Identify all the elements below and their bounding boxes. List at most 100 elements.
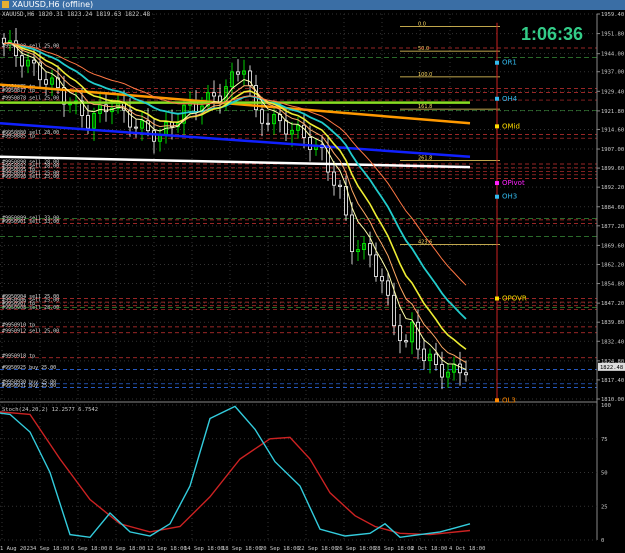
ema-white-line <box>0 155 471 169</box>
pivot-marker <box>495 194 499 199</box>
time-tick-label: 4 Sep 18:00 <box>33 546 69 552</box>
fib-label: 261.8 <box>418 156 432 162</box>
order-label: #9950908 sell 28.00 <box>2 305 59 311</box>
candlesticks <box>2 28 468 390</box>
candle-body <box>212 92 216 97</box>
candle-body <box>464 372 468 376</box>
pivot-marker <box>495 398 499 403</box>
candle-body <box>44 79 48 85</box>
candle-body <box>152 130 156 142</box>
stoch-label: Stoch(24,20,2) 12.2577 6.7542 <box>2 407 98 413</box>
price-tick-label: 1877.20 <box>601 224 624 230</box>
time-tick-label: 14 Sep 18:00 <box>184 546 224 552</box>
candle-body <box>302 124 306 138</box>
pivot-label: OMid <box>502 122 520 130</box>
pivot-marker <box>495 181 499 186</box>
candle-body <box>308 137 312 150</box>
symbol-info: XAUUSD,H6 1820.31 1823.24 1819.63 1822.4… <box>2 11 150 18</box>
time-tick-label: 22 Sep 18:00 <box>298 546 338 552</box>
stoch-tick-label: 75 <box>601 437 608 443</box>
candle-body <box>284 120 288 135</box>
order-label: #9950931 buy 25.00 <box>2 383 56 389</box>
price-tick-label: 1899.60 <box>601 166 624 172</box>
time-tick-label: 8 Sep 18:00 <box>109 546 145 552</box>
pivot-label: OPOVR <box>502 294 527 302</box>
candle-body <box>332 171 336 186</box>
price-tick-label: 1951.80 <box>601 32 624 38</box>
chart-window-icon <box>2 1 9 8</box>
pivot-marker <box>495 296 499 301</box>
order-label: #9950878 sell 25.00 <box>2 96 59 102</box>
time-tick-label: 2 Oct 18:00 <box>411 546 447 552</box>
candle-body <box>260 109 264 124</box>
price-axis: 1959.40 1951.80 1944.00 1937.00 1929.40 1921.… <box>596 12 625 540</box>
price-tick-label: 1817.40 <box>601 378 624 384</box>
price-tick-label: 1847.20 <box>601 301 624 307</box>
fib-label: 100.0 <box>418 72 432 78</box>
pivot-marker <box>495 60 499 65</box>
moving-averages <box>0 41 471 370</box>
price-tick-label: 1832.40 <box>601 339 624 345</box>
time-tick-label: 12 Sep 18:00 <box>147 546 187 552</box>
candle-body <box>32 59 36 64</box>
window-title: XAUUSD,H6 (offline) <box>12 0 94 9</box>
time-tick-label: 4 Oct 18:00 <box>449 546 485 552</box>
time-tick-label: 18 Sep 18:00 <box>222 546 262 552</box>
pivot-levels: OR1 OH4 OMid OPivot OH3 OPOVR OL3 <box>495 22 527 404</box>
price-chart[interactable]: 0.050.0100.0161.8261.8423.6 #9950808 sel… <box>0 10 625 553</box>
pivot-label: OR1 <box>502 59 517 67</box>
price-tick-label: 1914.60 <box>601 127 624 133</box>
time-tick-label: 6 Sep 18:00 <box>71 546 107 552</box>
price-tick-label: 1937.00 <box>601 70 624 76</box>
price-tick-label: 1907.00 <box>601 147 624 153</box>
candle-body <box>86 115 90 129</box>
candle-body <box>458 363 462 374</box>
fib-label: 423.6 <box>418 239 432 245</box>
stoch-main-line <box>0 405 471 539</box>
stoch-tick-label: 50 <box>601 471 608 477</box>
fib-label: 0.0 <box>418 22 426 28</box>
price-tick-label: 1839.80 <box>601 320 624 326</box>
order-label: #9950877 tp <box>2 88 35 94</box>
order-label: #9950898 sell 25.00 <box>2 174 59 180</box>
order-label: #9950925 buy 25.00 <box>2 365 56 371</box>
candle-body <box>386 280 390 296</box>
fib-label: 50.0 <box>418 46 429 52</box>
stoch-signal-line <box>0 411 471 536</box>
order-label: #9950885 tp <box>2 134 35 140</box>
order-label: #9950912 sell 25.00 <box>2 328 59 334</box>
candle-body <box>266 122 270 125</box>
pivot-label: OH4 <box>502 95 518 103</box>
price-tick-label: 1854.80 <box>601 282 624 288</box>
candle-body <box>434 353 438 365</box>
candle-body <box>422 348 426 362</box>
candle-body <box>380 276 384 282</box>
fib-label: 161.8 <box>418 104 432 110</box>
current-price-label: 1822.48 <box>600 365 623 371</box>
candle-body <box>440 364 444 378</box>
candle-body <box>416 321 420 350</box>
pivot-label: OPivot <box>502 179 525 187</box>
time-tick-label: 1 Aug 2023 <box>0 546 33 552</box>
stoch-tick-label: 100 <box>601 403 611 409</box>
candle-body <box>134 126 138 129</box>
pivot-label: OH3 <box>502 193 517 201</box>
stoch-tick-label: 0 <box>601 538 604 544</box>
time-tick-label: 20 Sep 18:00 <box>260 546 300 552</box>
fibonacci-levels: 0.0 50.0 100.0 161.8 261.8 423.6 <box>400 22 500 245</box>
price-tick-label: 1944.00 <box>601 52 624 58</box>
order-label: #9950901 sell 33.00 <box>2 219 59 225</box>
price-tick-label: 1892.20 <box>601 185 624 191</box>
price-tick-label: 1921.80 <box>601 109 624 115</box>
price-tick-label: 1869.60 <box>601 243 624 249</box>
price-tick-label: 1884.60 <box>601 205 624 211</box>
pivot-label: OL3 <box>502 396 516 404</box>
candle-body <box>236 71 240 75</box>
stochastic-subwindow: Stoch(24,20,2) 12.2577 6.7542 100 75 50 25 0 <box>0 403 611 544</box>
candle-body <box>338 184 342 187</box>
ema-blue-line <box>0 122 471 159</box>
pivot-marker <box>495 124 499 129</box>
candle-body <box>392 294 396 327</box>
window-titlebar[interactable]: XAUUSD,H6 (offline) <box>0 0 625 10</box>
time-axis: 1 Aug 2023 4 Sep 18:00 6 Sep 18:00 8 Sep 18… <box>0 546 485 552</box>
